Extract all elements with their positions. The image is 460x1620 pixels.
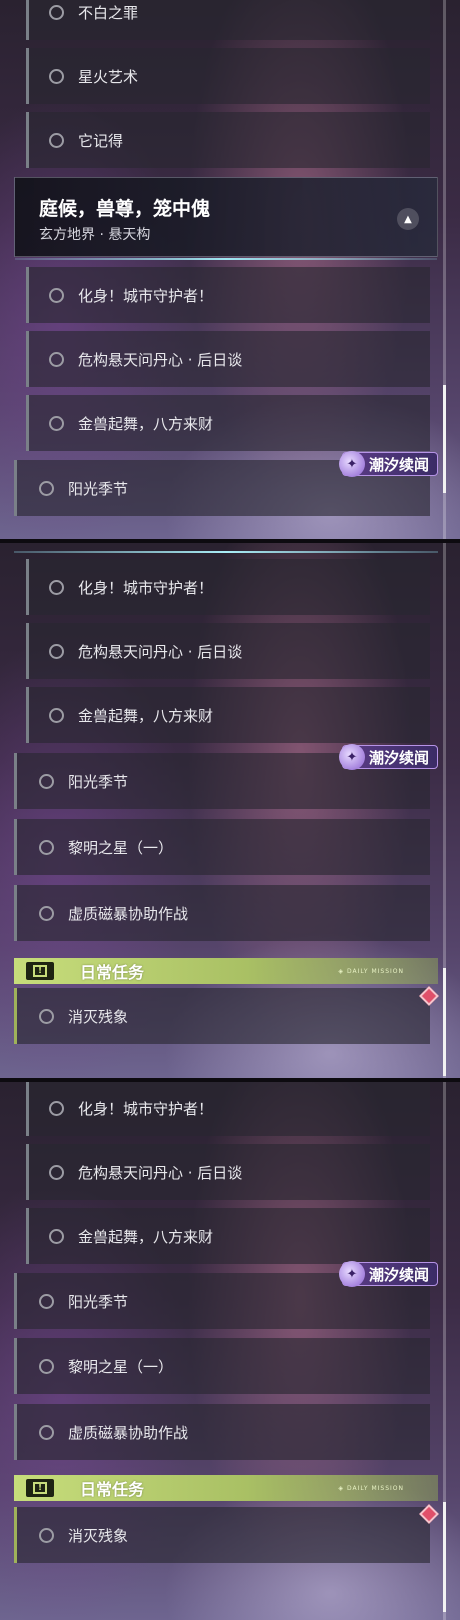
quest-item[interactable]: 消灭残象 — [14, 988, 430, 1044]
quest-label: 化身！城市守护者！ — [78, 1099, 214, 1118]
quest-panel-3: 化身！城市守护者！ 危构悬天问丹心 · 后日谈 金兽起舞，八方来财 阳光季节 ✦… — [0, 1082, 460, 1620]
quest-label: 消灭残象 — [68, 1007, 129, 1026]
quest-label: 星火艺术 — [78, 67, 139, 86]
radio-circle-icon — [39, 1008, 54, 1024]
quest-item[interactable]: 危构悬天问丹心 · 后日谈 — [26, 623, 430, 679]
quest-panel-2: 化身！城市守护者！ 危构悬天问丹心 · 后日谈 金兽起舞，八方来财 阳光季节 ✦… — [0, 543, 460, 1080]
tide-icon: ✦ — [339, 451, 365, 477]
tide-icon: ✦ — [339, 1261, 365, 1287]
quest-group-header[interactable]: 庭候，兽尊，笼中傀 玄方地界 · 悬天构 ▲ — [14, 177, 438, 260]
radio-circle-icon — [39, 480, 54, 496]
scrollbar-thumb[interactable] — [443, 385, 446, 493]
quest-item[interactable]: 危构悬天问丹心 · 后日谈 — [26, 1144, 430, 1200]
quest-item[interactable]: 金兽起舞，八方来财 — [26, 1208, 430, 1264]
quest-label: 金兽起舞，八方来财 — [78, 414, 214, 433]
tide-tag: ✦ 潮汐续闻 — [339, 744, 438, 770]
quest-label: 化身！城市守护者！ — [78, 578, 214, 597]
quest-item[interactable]: 化身！城市守护者！ — [26, 267, 430, 323]
daily-missions-header[interactable]: ! 日常任务 ◈ DAILY MISSION — [14, 958, 438, 984]
quest-item[interactable]: 危构悬天问丹心 · 后日谈 — [26, 331, 430, 387]
quest-item[interactable]: 黎明之星（一） — [14, 819, 430, 875]
quest-label: 黎明之星（一） — [68, 1357, 174, 1376]
tag-label: 潮汐续闻 — [369, 455, 430, 474]
radio-circle-icon — [49, 579, 64, 595]
daily-missions-header[interactable]: ! 日常任务 ◈ DAILY MISSION — [14, 1475, 438, 1501]
quest-label: 金兽起舞，八方来财 — [78, 706, 214, 725]
quest-label: 它记得 — [78, 131, 124, 150]
quest-label: 黎明之星（一） — [68, 838, 174, 857]
quest-item[interactable]: 不白之罪 — [26, 0, 430, 40]
tide-tag: ✦ 潮汐续闻 — [339, 451, 438, 477]
quest-item[interactable]: 星火艺术 — [26, 48, 430, 104]
chevron-up-icon[interactable]: ▲ — [397, 208, 419, 230]
quest-item[interactable]: 虚质磁暴协助作战 — [14, 1404, 430, 1460]
quest-label: 危构悬天问丹心 · 后日谈 — [78, 1163, 243, 1182]
tide-tag: ✦ 潮汐续闻 — [339, 1261, 438, 1287]
radio-circle-icon — [49, 4, 64, 20]
radio-circle-icon — [49, 351, 64, 367]
radio-circle-icon — [39, 905, 54, 921]
daily-missions-badge: ◈ DAILY MISSION — [338, 1484, 404, 1492]
daily-missions-badge: ◈ DAILY MISSION — [338, 967, 404, 975]
quest-group-title: 庭候，兽尊，笼中傀 — [39, 198, 211, 220]
radio-circle-icon — [49, 707, 64, 723]
radio-circle-icon — [39, 839, 54, 855]
quest-label: 阳光季节 — [68, 1292, 129, 1311]
radio-circle-icon — [49, 1228, 64, 1244]
quest-label: 化身！城市守护者！ — [78, 286, 214, 305]
quest-item[interactable]: 化身！城市守护者！ — [26, 1082, 430, 1136]
quest-label: 不白之罪 — [78, 3, 139, 22]
quest-item[interactable]: 化身！城市守护者！ — [26, 559, 430, 615]
header-underline — [14, 551, 438, 553]
quest-item[interactable]: 金兽起舞，八方来财 — [26, 395, 430, 451]
quest-label: 危构悬天问丹心 · 后日谈 — [78, 350, 243, 369]
radio-circle-icon — [39, 1424, 54, 1440]
quest-label: 金兽起舞，八方来财 — [78, 1227, 214, 1246]
scrollbar-thumb[interactable] — [443, 968, 446, 1076]
daily-missions-title: 日常任务 — [80, 963, 145, 982]
tide-icon: ✦ — [339, 744, 365, 770]
quest-label: 阳光季节 — [68, 479, 129, 498]
radio-circle-icon — [49, 1164, 64, 1180]
radio-circle-icon — [39, 1358, 54, 1374]
quest-item[interactable]: 金兽起舞，八方来财 — [26, 687, 430, 743]
radio-circle-icon — [39, 1293, 54, 1309]
scrollbar-thumb[interactable] — [443, 1502, 446, 1612]
quest-item[interactable]: 消灭残象 — [14, 1507, 430, 1563]
quest-label: 消灭残象 — [68, 1526, 129, 1545]
radio-circle-icon — [49, 287, 64, 303]
header-underline — [15, 258, 437, 260]
quest-label: 危构悬天问丹心 · 后日谈 — [78, 642, 243, 661]
quest-item[interactable]: 黎明之星（一） — [14, 1338, 430, 1394]
tag-label: 潮汐续闻 — [369, 1265, 430, 1284]
radio-circle-icon — [49, 132, 64, 148]
radio-circle-icon — [49, 415, 64, 431]
quest-panel-1: 不白之罪 星火艺术 它记得 庭候，兽尊，笼中傀 玄方地界 · 悬天构 ▲ 化身！… — [0, 0, 460, 540]
tag-label: 潮汐续闻 — [369, 748, 430, 767]
quest-label: 阳光季节 — [68, 772, 129, 791]
quest-item[interactable]: 虚质磁暴协助作战 — [14, 885, 430, 941]
radio-circle-icon — [49, 643, 64, 659]
radio-circle-icon — [39, 773, 54, 789]
radio-circle-icon — [49, 68, 64, 84]
radio-circle-icon — [39, 1527, 54, 1543]
quest-label: 虚质磁暴协助作战 — [68, 1423, 189, 1442]
quest-item[interactable]: 它记得 — [26, 112, 430, 168]
radio-circle-icon — [49, 1100, 64, 1116]
alert-box-icon: ! — [26, 1479, 54, 1497]
alert-box-icon: ! — [26, 962, 54, 980]
quest-group-location: 玄方地界 · 悬天构 — [39, 227, 151, 243]
daily-missions-title: 日常任务 — [80, 1480, 145, 1499]
quest-label: 虚质磁暴协助作战 — [68, 904, 189, 923]
